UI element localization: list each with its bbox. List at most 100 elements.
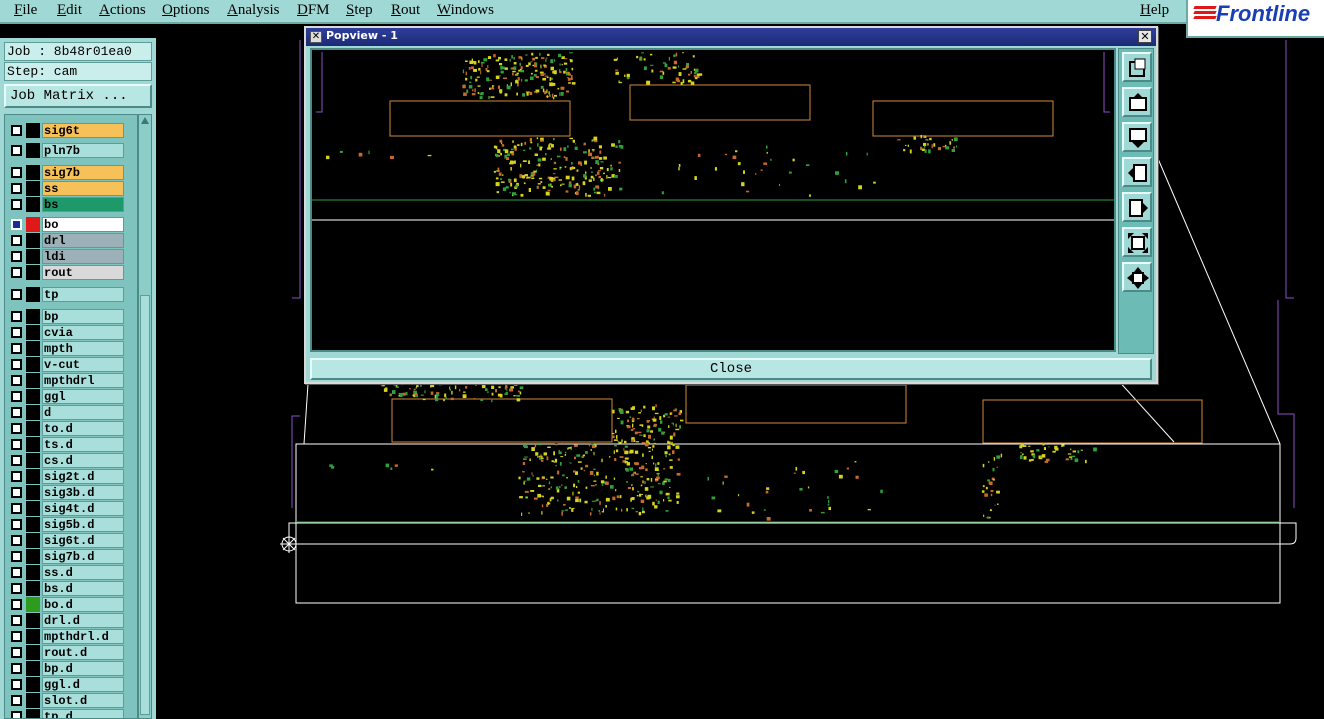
layer-row-rout[interactable]: rout: [5, 265, 137, 280]
scroll-up-icon[interactable]: [140, 116, 150, 126]
layer-row-v-cut[interactable]: v-cut: [5, 357, 137, 372]
layer-row-slot.d[interactable]: slot.d: [5, 693, 137, 708]
layer-color-swatch[interactable]: [26, 341, 40, 356]
layer-name[interactable]: ss.d: [42, 565, 124, 580]
layer-color-swatch[interactable]: [26, 581, 40, 596]
layer-row-to.d[interactable]: to.d: [5, 421, 137, 436]
layer-color-swatch[interactable]: [26, 709, 40, 718]
layer-row-drl[interactable]: drl: [5, 233, 137, 248]
layer-row-bp[interactable]: bp: [5, 309, 137, 324]
layer-name[interactable]: sig4t.d: [42, 501, 124, 516]
layer-checkbox[interactable]: [11, 327, 22, 338]
layer-color-swatch[interactable]: [26, 645, 40, 660]
layer-name[interactable]: ggl.d: [42, 677, 124, 692]
layer-name[interactable]: sig7b: [42, 165, 124, 180]
layer-checkbox[interactable]: [11, 583, 22, 594]
layer-color-swatch[interactable]: [26, 437, 40, 452]
layer-color-swatch[interactable]: [26, 485, 40, 500]
close-button[interactable]: Close: [310, 358, 1152, 380]
layer-name[interactable]: sig2t.d: [42, 469, 124, 484]
layer-color-swatch[interactable]: [26, 549, 40, 564]
layer-color-swatch[interactable]: [26, 165, 40, 180]
layer-checkbox[interactable]: [11, 125, 22, 136]
layer-checkbox[interactable]: [11, 615, 22, 626]
layer-name[interactable]: bp.d: [42, 661, 124, 676]
layer-row-ss.d[interactable]: ss.d: [5, 565, 137, 580]
layer-checkbox[interactable]: [11, 535, 22, 546]
layer-row-bs[interactable]: bs: [5, 197, 137, 212]
layer-color-swatch[interactable]: [26, 613, 40, 628]
layer-row-ldi[interactable]: ldi: [5, 249, 137, 264]
layer-color-swatch[interactable]: [26, 389, 40, 404]
layer-checkbox[interactable]: [11, 663, 22, 674]
layer-name[interactable]: rout: [42, 265, 124, 280]
layer-row-sig2t.d[interactable]: sig2t.d: [5, 469, 137, 484]
menu-actions[interactable]: Actions: [99, 2, 146, 19]
layer-name[interactable]: mpthdrl.d: [42, 629, 124, 644]
layer-checkbox[interactable]: [11, 487, 22, 498]
layer-checkbox[interactable]: [11, 391, 22, 402]
layer-checkbox[interactable]: [11, 167, 22, 178]
zoom-window-button[interactable]: [1122, 52, 1152, 82]
layer-color-swatch[interactable]: [26, 405, 40, 420]
layer-checkbox[interactable]: [11, 647, 22, 658]
layer-checkbox[interactable]: [11, 183, 22, 194]
layer-name[interactable]: mpthdrl: [42, 373, 124, 388]
layer-name[interactable]: cvia: [42, 325, 124, 340]
layer-row-cs.d[interactable]: cs.d: [5, 453, 137, 468]
layer-row-mpthdrl.d[interactable]: mpthdrl.d: [5, 629, 137, 644]
page-down-button[interactable]: [1122, 122, 1152, 152]
layer-color-swatch[interactable]: [26, 309, 40, 324]
layer-name[interactable]: bs.d: [42, 581, 124, 596]
layer-name[interactable]: drl.d: [42, 613, 124, 628]
layer-row-tp.d[interactable]: tp.d: [5, 709, 137, 718]
layer-checkbox[interactable]: [11, 145, 22, 156]
layer-checkbox[interactable]: [11, 199, 22, 210]
layer-color-swatch[interactable]: [26, 357, 40, 372]
layer-checkbox[interactable]: [11, 471, 22, 482]
layer-color-swatch[interactable]: [26, 217, 40, 232]
layer-row-d[interactable]: d: [5, 405, 137, 420]
zoom-fit-button[interactable]: [1122, 227, 1152, 257]
layer-row-sig3b.d[interactable]: sig3b.d: [5, 485, 137, 500]
layer-checkbox[interactable]: [11, 251, 22, 262]
layer-color-swatch[interactable]: [26, 565, 40, 580]
close-icon[interactable]: ✕: [1138, 30, 1152, 43]
layer-name[interactable]: v-cut: [42, 357, 124, 372]
layer-checkbox[interactable]: [11, 519, 22, 530]
menu-file[interactable]: File: [14, 2, 37, 19]
layer-row-ss[interactable]: ss: [5, 181, 137, 196]
scroll-thumb[interactable]: [140, 295, 150, 715]
layer-name[interactable]: bo: [42, 217, 124, 232]
layer-name[interactable]: rout.d: [42, 645, 124, 660]
layer-row-sig6t[interactable]: sig6t: [5, 123, 137, 138]
layer-checkbox[interactable]: [11, 407, 22, 418]
layer-row-drl.d[interactable]: drl.d: [5, 613, 137, 628]
layer-row-bo.d[interactable]: bo.d: [5, 597, 137, 612]
layer-color-swatch[interactable]: [26, 533, 40, 548]
layer-name[interactable]: bs: [42, 197, 124, 212]
layer-color-swatch[interactable]: [26, 469, 40, 484]
layer-name[interactable]: sig6t.d: [42, 533, 124, 548]
layer-color-swatch[interactable]: [26, 629, 40, 644]
layer-checkbox[interactable]: [11, 289, 22, 300]
layer-row-tp[interactable]: tp: [5, 287, 137, 302]
layer-checkbox[interactable]: [11, 567, 22, 578]
layer-name[interactable]: ss: [42, 181, 124, 196]
layer-checkbox[interactable]: [11, 423, 22, 434]
layer-color-swatch[interactable]: [26, 265, 40, 280]
layer-checkbox[interactable]: [11, 551, 22, 562]
layer-color-swatch[interactable]: [26, 693, 40, 708]
layer-row-sig5b.d[interactable]: sig5b.d: [5, 517, 137, 532]
layer-color-swatch[interactable]: [26, 287, 40, 302]
layer-row-sig7b.d[interactable]: sig7b.d: [5, 549, 137, 564]
menu-analysis[interactable]: Analysis: [227, 2, 280, 19]
job-matrix-button[interactable]: Job Matrix ...: [4, 84, 152, 108]
layer-name[interactable]: sig3b.d: [42, 485, 124, 500]
layer-name[interactable]: ldi: [42, 249, 124, 264]
layer-color-swatch[interactable]: [26, 453, 40, 468]
layer-row-bo[interactable]: bo: [5, 217, 137, 232]
layer-checkbox[interactable]: [11, 439, 22, 450]
layer-row-sig4t.d[interactable]: sig4t.d: [5, 501, 137, 516]
layer-name[interactable]: sig5b.d: [42, 517, 124, 532]
